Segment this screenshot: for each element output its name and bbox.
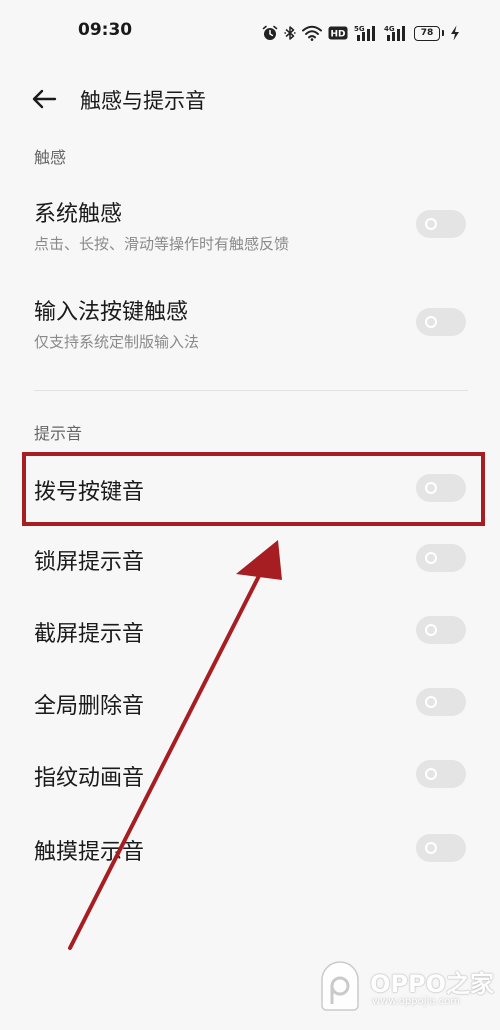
toggle-knob (425, 316, 437, 328)
oppo-logo-icon (321, 961, 359, 1011)
section-label-haptics: 触感 (34, 148, 67, 167)
setting-title: 拨号按键音 (34, 480, 145, 505)
section-label-sounds: 提示音 (34, 424, 83, 443)
page-header: 触感与提示音 (0, 74, 500, 124)
back-button[interactable] (24, 82, 64, 116)
setting-row-lock-screen-sound[interactable]: 锁屏提示音 (0, 528, 500, 594)
bluetooth-icon (284, 26, 296, 40)
toggle-dial-pad-tone[interactable] (416, 474, 466, 502)
back-arrow-icon (32, 89, 57, 109)
toggle-knob (425, 842, 437, 854)
charging-icon (451, 25, 459, 41)
alarm-icon (262, 25, 278, 40)
signal-5g-label: 5G (354, 25, 365, 33)
hd-label: HD (330, 30, 345, 40)
toggle-knob (425, 552, 437, 564)
toggle-screenshot-sound[interactable] (416, 616, 466, 644)
setting-row-system-haptics[interactable]: 系统触感 点击、长按、滑动等操作时有触感反馈 (0, 186, 500, 270)
hd-icon: HD (328, 26, 348, 40)
setting-row-fingerprint-sound[interactable]: 指纹动画音 (0, 744, 500, 810)
setting-row-screenshot-sound[interactable]: 截屏提示音 (0, 600, 500, 666)
setting-title: 截屏提示音 (34, 622, 145, 647)
battery-cap (442, 30, 444, 36)
setting-title: 触摸提示音 (34, 840, 145, 865)
setting-title: 指纹动画音 (34, 766, 145, 791)
wifi-icon (302, 25, 322, 41)
toggle-fingerprint-sound[interactable] (416, 760, 466, 788)
setting-row-dial-pad-tone[interactable]: 拨号按键音 (0, 456, 500, 522)
toggle-system-haptics[interactable] (416, 210, 466, 238)
toggle-knob (425, 624, 437, 636)
toggle-knob (425, 218, 437, 230)
setting-subtitle: 点击、长按、滑动等操作时有触感反馈 (34, 235, 290, 253)
setting-title: 系统触感 (34, 202, 123, 227)
signal-4g-label: 4G (384, 25, 395, 33)
toggle-ime-haptics[interactable] (416, 308, 466, 336)
watermark-text: OPPO之家 (370, 970, 494, 998)
status-time: 09:30 (78, 20, 133, 40)
watermark-url: www.oppojia.com (372, 996, 460, 1007)
toggle-knob (425, 482, 437, 494)
setting-row-ime-haptics[interactable]: 输入法按键触感 仅支持系统定制版输入法 (0, 284, 500, 368)
toggle-delete-sound[interactable] (416, 688, 466, 716)
toggle-knob (425, 768, 437, 780)
setting-subtitle: 仅支持系统定制版输入法 (34, 333, 200, 351)
setting-title: 锁屏提示音 (34, 550, 145, 575)
toggle-knob (425, 696, 437, 708)
section-divider (34, 390, 468, 391)
setting-title: 全局删除音 (34, 694, 145, 719)
toggle-touch-sound[interactable] (416, 834, 466, 862)
battery-level: 78 (414, 25, 440, 41)
page-title: 触感与提示音 (80, 89, 206, 113)
setting-title: 输入法按键触感 (34, 300, 189, 325)
signal-4g-icon: 4G (384, 25, 405, 41)
setting-row-delete-sound[interactable]: 全局删除音 (0, 672, 500, 738)
watermark: OPPO之家 www.oppojia.com (318, 958, 494, 1014)
status-bar: 09:30 HD 5G 4G 78 (0, 0, 500, 64)
toggle-lock-screen-sound[interactable] (416, 544, 466, 572)
status-icons: HD 5G 4G 78 (262, 18, 460, 48)
signal-5g-icon: 5G (354, 25, 375, 41)
setting-row-touch-sound[interactable]: 触摸提示音 (0, 816, 500, 882)
battery-icon: 78 (414, 25, 444, 41)
